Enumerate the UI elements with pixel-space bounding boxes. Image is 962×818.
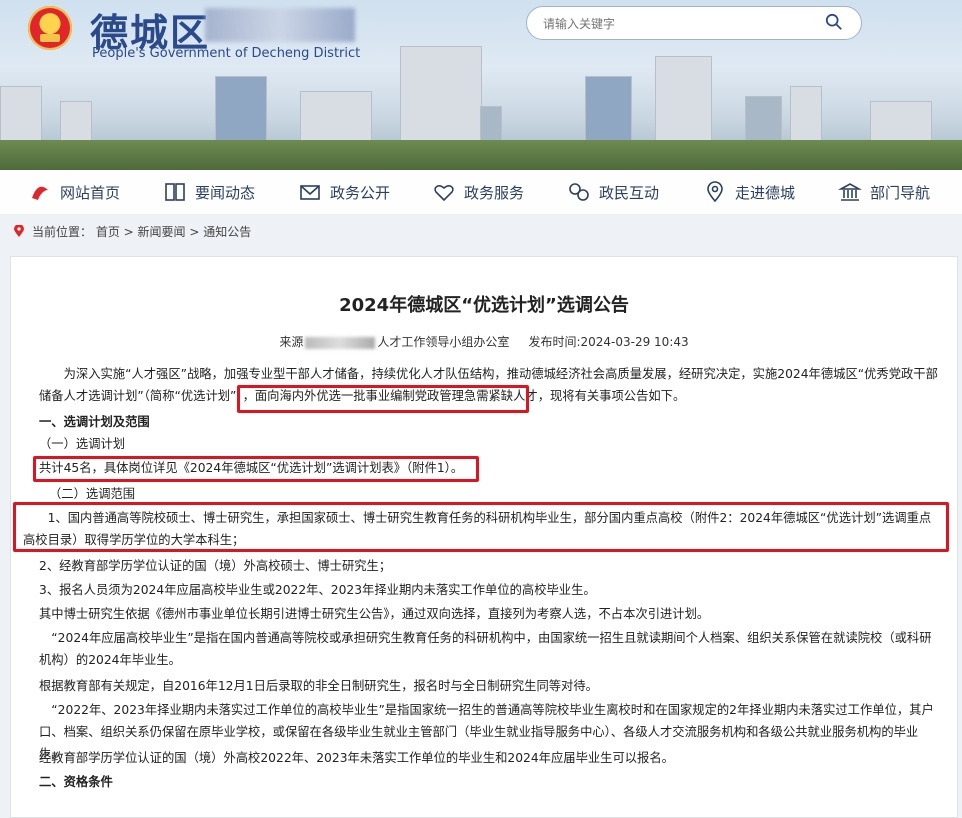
paragraph-phd: 其中博士研究生依据《德州市事业单位长期引进博士研究生公告》，通过双向选择，直接列…: [39, 607, 710, 621]
heart-icon: [434, 185, 454, 202]
site-subtitle: People's Government of Decheng District: [92, 46, 361, 61]
site-header: 德城区 People's Government of Decheng Distr…: [0, 0, 962, 170]
breadcrumb-news[interactable]: 新闻要闻: [138, 225, 186, 239]
publish-date: 发布时间:2024-03-29 10:43: [528, 335, 689, 349]
nav-item-interaction[interactable]: 政民互动: [567, 170, 659, 214]
nav-item-departments[interactable]: 部门导航: [838, 170, 930, 214]
breadcrumb-notice[interactable]: 通知公告: [203, 225, 251, 239]
location-pin-icon: [14, 225, 24, 237]
nav-label: 政务服务: [464, 183, 525, 202]
source-suffix: 人才工作领导小组办公室: [377, 335, 510, 349]
book-icon: [165, 183, 185, 201]
section-heading-1: 一、选调计划及范围: [39, 415, 150, 429]
article-meta: 来源 人才工作领导小组办公室 发布时间:2024-03-29 10:43: [11, 333, 957, 350]
emblem-logo: [28, 6, 72, 50]
paragraph-2024-graduates: “2024年应届高校毕业生”是指在国内普通高等院校或承担研究生教育任务的科研机构…: [39, 631, 932, 667]
building-icon: [838, 183, 862, 201]
nav-label: 部门导航: [870, 183, 931, 202]
nav-item-gov-open[interactable]: 政务公开: [298, 170, 390, 214]
section-heading-2: 二、资格条件: [39, 775, 113, 789]
city-skyline-banner: [0, 46, 962, 170]
location-icon: [707, 181, 723, 203]
search-icon[interactable]: [825, 13, 843, 31]
nav-item-about[interactable]: 走进德城: [703, 170, 795, 214]
highlight-box: [33, 456, 479, 482]
paragraph-scope-3: 3、报名人员须为2024年应届高校毕业生或2022年、2023年择业期内未落实工…: [39, 583, 596, 597]
breadcrumb: 当前位置： 首页 > 新闻要闻 > 通知公告: [0, 214, 962, 248]
nav-label: 政务公开: [330, 183, 391, 202]
paragraph-scope-2: 2、经教育部学历学位认证的国（境）外高校硕士、博士研究生；: [39, 559, 392, 573]
breadcrumb-prefix: 当前位置：: [32, 225, 93, 239]
nav-label: 要闻动态: [195, 183, 256, 202]
mail-icon: [300, 185, 320, 200]
nav-item-home[interactable]: 网站首页: [28, 170, 120, 214]
highlight-box: [13, 502, 949, 552]
nav-item-gov-service[interactable]: 政务服务: [432, 170, 524, 214]
search-input[interactable]: [541, 13, 805, 35]
subheading-plan: （一）选调计划: [39, 437, 126, 451]
blurred-source: [305, 336, 376, 349]
breadcrumb-sep: >: [185, 225, 204, 239]
paragraph-part-time: 根据教育部有关规定，自2016年12月1日后录取的非全日制研究生，报名时与全日制…: [39, 679, 598, 693]
article-panel: 2024年德城区“优选计划”选调公告 来源 人才工作领导小组办公室 发布时间:20…: [10, 256, 958, 818]
article-title: 2024年德城区“优选计划”选调公告: [339, 295, 629, 316]
breadcrumb-sep: >: [119, 225, 138, 239]
nav-label: 网站首页: [60, 183, 121, 202]
main-nav: 网站首页 要闻动态 政务公开 政务服务 政民互动 走进德城 部门导航: [0, 170, 962, 215]
nav-label: 政民互动: [599, 183, 660, 202]
nav-item-news[interactable]: 要闻动态: [163, 170, 255, 214]
blurred-title-suffix: [205, 8, 355, 42]
highlight-box: [237, 385, 529, 413]
breadcrumb-home[interactable]: 首页: [96, 225, 120, 239]
home-icon: [32, 186, 48, 200]
search-box: [526, 6, 862, 40]
paragraph-overseas: 经教育部学历学位认证的国（境）外高校2022年、2023年未落实工作单位的毕业生…: [39, 751, 674, 765]
chat-icon: [569, 183, 589, 201]
nav-label: 走进德城: [735, 183, 796, 202]
source-prefix: 来源: [279, 335, 304, 349]
